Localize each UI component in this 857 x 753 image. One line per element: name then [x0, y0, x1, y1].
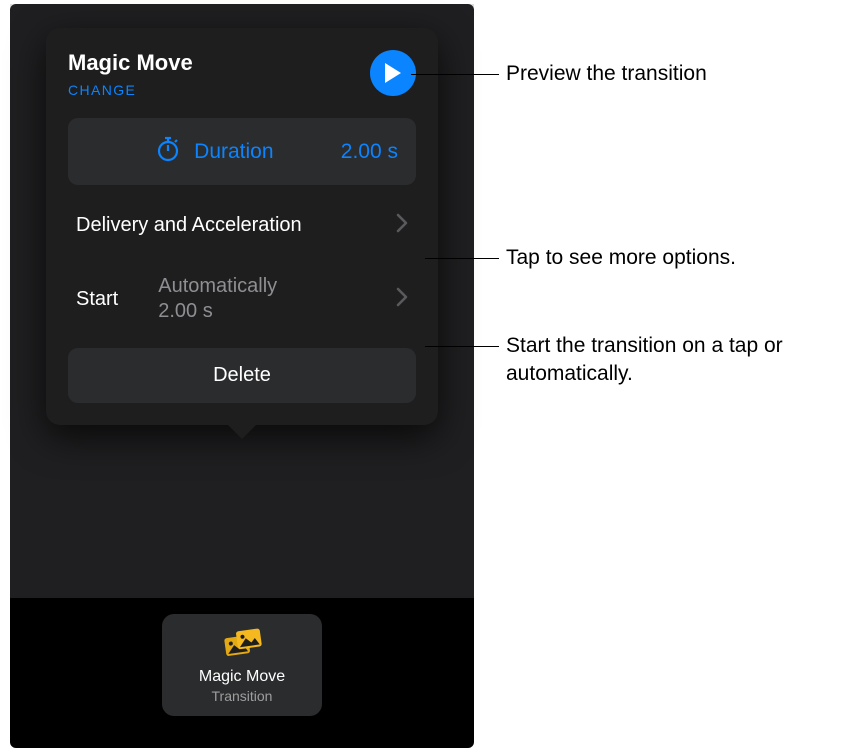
chip-sub: Transition	[172, 688, 312, 704]
duration-slider[interactable]: Duration 2.00 s	[68, 118, 416, 185]
callout-preview: Preview the transition	[506, 60, 707, 88]
play-icon	[383, 62, 403, 84]
popover-header: Magic Move CHANGE	[68, 50, 416, 98]
transition-chip[interactable]: Magic Move Transition	[162, 614, 322, 716]
chevron-right-icon	[396, 287, 408, 312]
chevron-right-icon	[396, 213, 408, 238]
duration-label: Duration	[194, 140, 327, 164]
start-transition-row[interactable]: Start Automatically 2.00 s	[68, 256, 416, 342]
transition-popover: Magic Move CHANGE Duration	[46, 28, 438, 425]
delete-button[interactable]: Delete	[68, 348, 416, 403]
callout-line	[411, 74, 499, 75]
preview-play-button[interactable]	[370, 50, 416, 96]
stopwatch-icon	[156, 136, 180, 167]
popover-tail	[226, 423, 258, 439]
duration-value: 2.00 s	[341, 140, 398, 164]
callout-delivery: Tap to see more options.	[506, 244, 736, 272]
editor-stage: Magic Move CHANGE Duration	[10, 4, 474, 748]
popover-title: Magic Move	[68, 50, 193, 76]
callout-line	[425, 258, 499, 259]
callout-start: Start the transition on a tap or automat…	[506, 332, 816, 389]
title-block: Magic Move CHANGE	[68, 50, 193, 98]
chip-name: Magic Move	[172, 668, 312, 686]
start-value: Automatically 2.00 s	[132, 274, 382, 324]
change-link[interactable]: CHANGE	[68, 82, 193, 98]
delivery-label: Delivery and Acceleration	[76, 214, 382, 237]
delivery-acceleration-row[interactable]: Delivery and Acceleration	[68, 195, 416, 256]
start-label: Start	[76, 288, 118, 311]
magic-move-icon	[219, 628, 265, 660]
callout-line	[425, 346, 499, 347]
